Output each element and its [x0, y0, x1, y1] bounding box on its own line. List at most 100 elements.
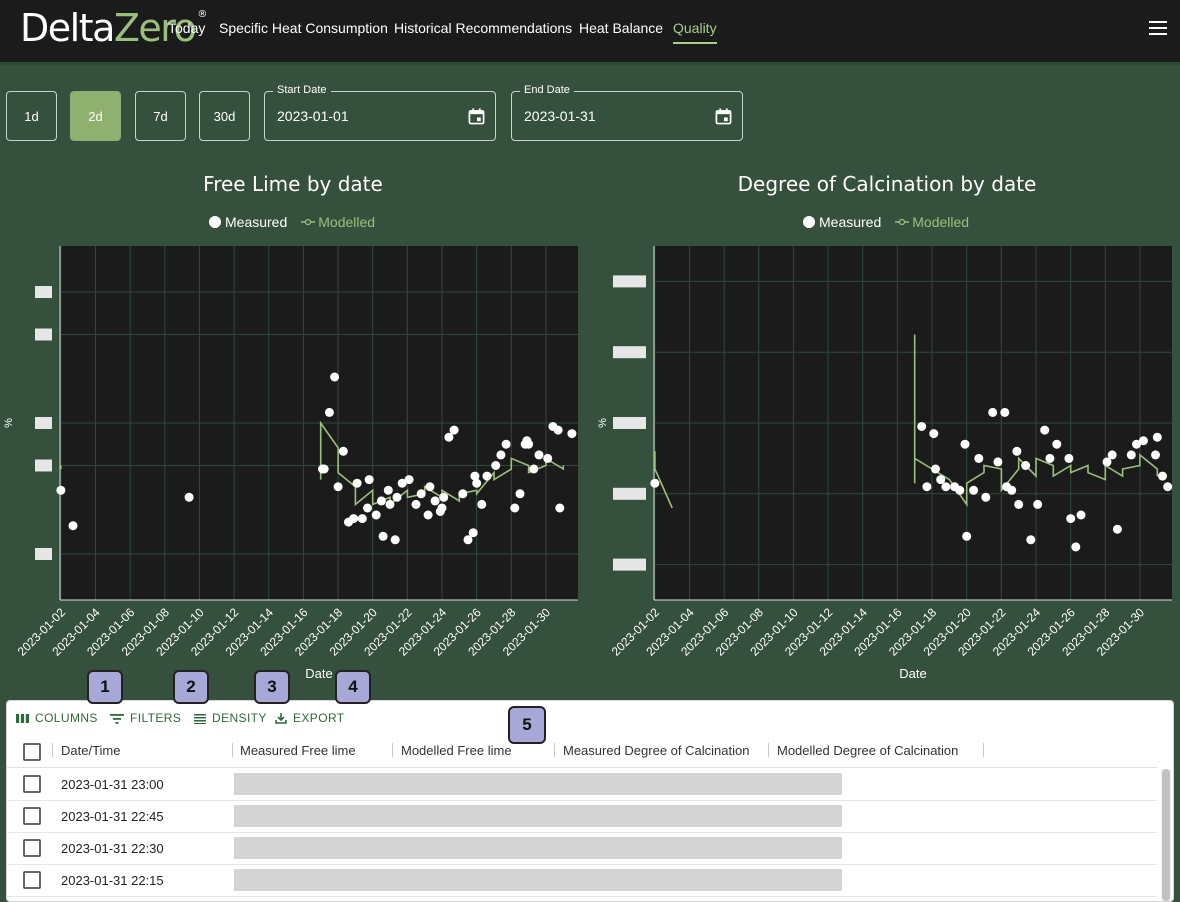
column-header-measured-free-lime[interactable]: Measured Free lime: [240, 743, 356, 758]
range-1d-button[interactable]: 1d: [6, 91, 57, 141]
measured-point: [1152, 432, 1162, 442]
measured-point: [922, 482, 932, 492]
calendar-icon[interactable]: [468, 108, 485, 125]
measured-point: [458, 489, 468, 499]
measured-point: [501, 439, 511, 449]
legend-modelled[interactable]: Modelled: [318, 214, 375, 230]
range-2d-button[interactable]: 2d: [70, 91, 121, 141]
nav-quality[interactable]: Quality: [673, 20, 717, 44]
measured-point: [404, 475, 414, 485]
logo-text-delta: Delta: [20, 6, 115, 50]
measured-point: [917, 422, 927, 431]
end-date-field[interactable]: End Date 2023-01-31: [511, 84, 743, 141]
row-datetime: 2023-01-31 22:30: [61, 841, 164, 856]
export-label: EXPORT: [293, 711, 345, 725]
row-checkbox[interactable]: [23, 807, 41, 825]
measured-point: [1014, 499, 1024, 509]
columns-label: COLUMNS: [35, 711, 98, 725]
measured-point: [931, 464, 940, 474]
measured-point: [1040, 425, 1050, 435]
row-checkbox[interactable]: [23, 775, 41, 793]
column-separator[interactable]: [983, 743, 984, 757]
measured-point: [482, 471, 492, 481]
column-separator[interactable]: [52, 743, 53, 757]
free-lime-chart[interactable]: %2023-01-022023-01-042023-01-062023-01-0…: [0, 240, 590, 690]
end-date-value[interactable]: 2023-01-31: [524, 108, 596, 124]
measured-point: [510, 503, 520, 513]
column-header-measured-calcination[interactable]: Measured Degree of Calcination: [563, 743, 749, 758]
table-row[interactable]: 2023-01-31 22:15: [7, 864, 1157, 897]
measured-point: [650, 478, 660, 488]
columns-button[interactable]: COLUMNS: [16, 711, 98, 725]
y-axis-label: %: [3, 418, 15, 428]
measured-point: [981, 492, 991, 502]
column-header-datetime[interactable]: Date/Time: [61, 743, 120, 758]
measured-point: [534, 450, 544, 460]
calcination-chart[interactable]: %2023-01-022023-01-042023-01-062023-01-0…: [594, 240, 1180, 690]
y-tick-label-redacted: [35, 286, 52, 299]
measured-point: [974, 453, 984, 463]
measured-point: [1052, 439, 1062, 449]
y-tick-label-redacted: [35, 547, 52, 560]
measured-point: [1000, 407, 1010, 417]
table-scrollbar[interactable]: [1161, 769, 1171, 901]
measured-point: [437, 503, 447, 513]
range-30d-button[interactable]: 30d: [199, 91, 250, 141]
measured-point: [555, 503, 565, 513]
calendar-icon[interactable]: [715, 108, 732, 125]
nav-specific-heat-consumption[interactable]: Specific Heat Consumption: [219, 20, 388, 36]
end-date-label: End Date: [520, 84, 574, 96]
column-separator[interactable]: [392, 743, 393, 757]
nav-historical-recommendations[interactable]: Historical Recommendations: [394, 20, 572, 36]
filters-button[interactable]: FILTERS: [110, 711, 181, 725]
row-checkbox[interactable]: [23, 839, 41, 857]
density-button[interactable]: DENSITY: [194, 711, 267, 725]
legend-modelled[interactable]: Modelled: [912, 214, 969, 230]
nav-today[interactable]: Today: [168, 20, 205, 36]
callout-badge-4: 4: [335, 670, 371, 704]
measured-point: [444, 432, 454, 442]
legend-modelled-group: Modelled: [301, 214, 375, 230]
measured-point: [338, 446, 348, 456]
measured-point: [357, 514, 367, 524]
row-datetime: 2023-01-31 23:00: [61, 777, 164, 792]
range-7d-button[interactable]: 7d: [135, 91, 186, 141]
table-row[interactable]: 2023-01-31 22:45: [7, 800, 1157, 833]
measured-point: [950, 482, 960, 492]
measured-point: [1071, 542, 1081, 552]
density-label: DENSITY: [212, 711, 267, 725]
legend-measured[interactable]: Measured: [819, 214, 881, 230]
table-row[interactable]: 2023-01-31 23:00: [7, 768, 1157, 801]
measured-point: [416, 489, 426, 499]
start-date-value[interactable]: 2023-01-01: [277, 108, 349, 124]
measured-point: [969, 485, 979, 495]
hamburger-menu-icon[interactable]: [1149, 21, 1167, 37]
filters-label: FILTERS: [130, 711, 182, 725]
select-all-checkbox[interactable]: [23, 743, 41, 761]
y-tick-label-redacted: [35, 459, 52, 472]
measured-point: [1158, 471, 1167, 481]
calcination-legend: Measured Modelled: [803, 214, 969, 230]
measured-point: [960, 439, 970, 449]
column-separator[interactable]: [554, 743, 555, 757]
scrollbar-thumb[interactable]: [1162, 769, 1170, 901]
column-separator[interactable]: [232, 743, 233, 757]
start-date-field[interactable]: Start Date 2023-01-01: [264, 84, 496, 141]
column-header-modelled-calcination[interactable]: Modelled Degree of Calcination: [777, 743, 958, 758]
table-row[interactable]: 2023-01-31 22:30: [7, 832, 1157, 865]
y-tick-label-redacted: [613, 487, 646, 500]
column-header-modelled-free-lime[interactable]: Modelled Free lime: [401, 743, 512, 758]
measured-point: [1112, 524, 1122, 534]
legend-measured[interactable]: Measured: [225, 214, 287, 230]
column-separator[interactable]: [768, 743, 769, 757]
measured-point: [1064, 453, 1074, 463]
measured-point: [319, 464, 329, 474]
measured-point: [411, 499, 421, 509]
y-tick-label-redacted: [35, 417, 52, 429]
export-button[interactable]: EXPORT: [275, 711, 345, 725]
measured-point: [1066, 514, 1076, 524]
nav-heat-balance[interactable]: Heat Balance: [579, 20, 663, 36]
row-datetime: 2023-01-31 22:45: [61, 809, 164, 824]
modelled-line-legend-icon: [895, 218, 910, 226]
row-checkbox[interactable]: [23, 871, 41, 889]
